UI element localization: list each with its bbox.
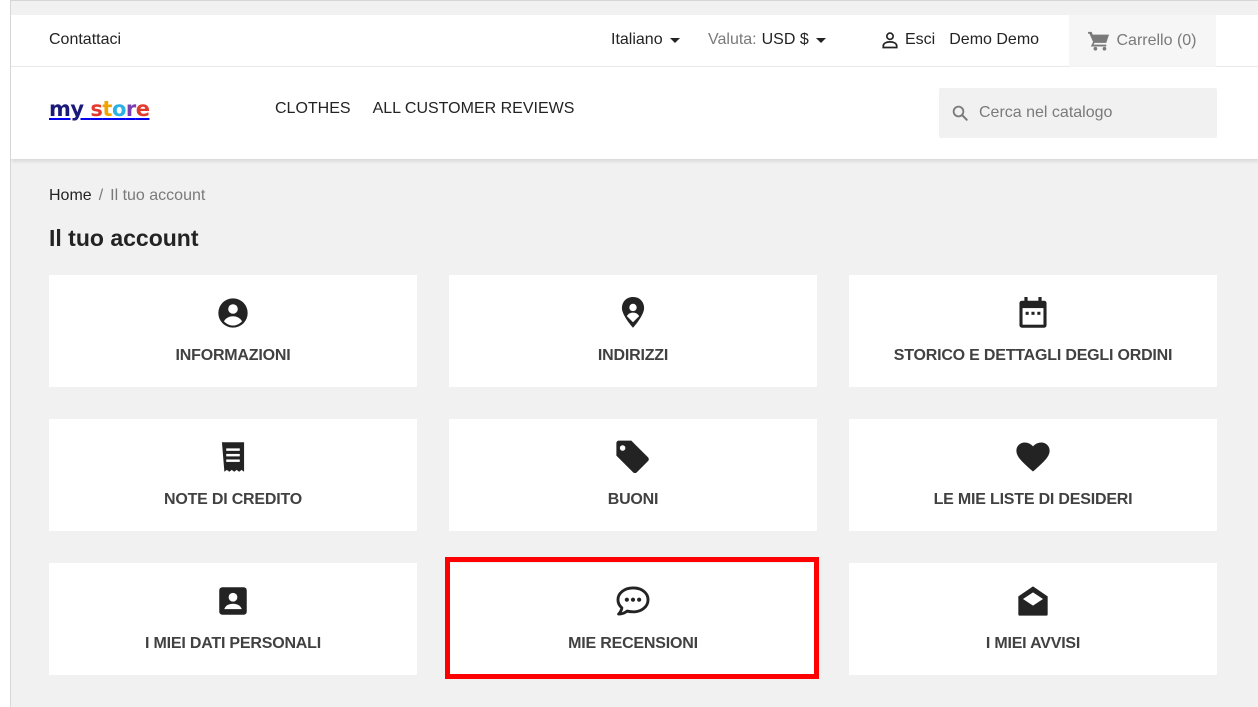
cart-button[interactable]: Carrello (0)	[1069, 15, 1216, 67]
user-info: Esci Demo Demo	[881, 31, 1039, 49]
receipt-icon	[220, 439, 246, 475]
cart-label: Carrello (0)	[1116, 32, 1197, 49]
tile-indirizzi[interactable]: INDIRIZZI	[449, 275, 817, 387]
tile-dati-personali[interactable]: I MIEI DATI PERSONALI	[49, 563, 417, 675]
tile-label: LE MIE LISTE DI DESIDERI	[933, 491, 1133, 508]
currency-label: Valuta:	[708, 31, 757, 48]
search-icon[interactable]	[951, 104, 969, 122]
tile-label: STORICO E DETTAGLI DEGLI ORDINI	[893, 347, 1173, 364]
search-input[interactable]	[979, 104, 1199, 122]
breadcrumb-current: Il tuo account	[110, 187, 206, 204]
chevron-down-icon	[669, 37, 680, 43]
tag-icon	[615, 439, 651, 475]
language-selector[interactable]: Italiano	[611, 31, 680, 49]
tile-label: MIE RECENSIONI	[568, 635, 698, 652]
location-pin-icon	[620, 295, 646, 331]
main-nav: CLOTHES ALL CUSTOMER REVIEWS	[275, 100, 574, 118]
currency-selector[interactable]: Valuta: USD $	[708, 31, 826, 49]
tile-informazioni[interactable]: INFORMAZIONI	[49, 275, 417, 387]
page: Contattaci Italiano Valuta: USD $ Esci D…	[10, 0, 1258, 707]
currency-value: USD $	[761, 31, 809, 48]
logo-text-my: my	[49, 97, 84, 121]
nav-item-all-customer-reviews[interactable]: ALL CUSTOMER REVIEWS	[373, 100, 575, 118]
calendar-icon	[1018, 295, 1048, 331]
signout-link[interactable]: Esci	[905, 31, 935, 49]
nav-item-clothes[interactable]: CLOTHES	[275, 100, 351, 118]
search-box	[939, 88, 1217, 138]
contact-card-icon	[218, 583, 248, 619]
shopping-cart-icon	[1088, 31, 1110, 51]
comment-dots-icon	[616, 583, 650, 619]
tile-storico-ordini[interactable]: STORICO E DETTAGLI DEGLI ORDINI	[849, 275, 1217, 387]
store-logo[interactable]: my store	[49, 97, 150, 121]
tile-label: INDIRIZZI	[597, 347, 669, 364]
chevron-down-icon	[815, 37, 826, 43]
user-icon	[882, 32, 898, 49]
account-circle-icon	[217, 295, 249, 331]
tile-label: BUONI	[607, 491, 659, 508]
account-name-link[interactable]: Demo Demo	[949, 31, 1039, 49]
contact-link[interactable]: Contattaci	[49, 31, 121, 49]
breadcrumb: Home / Il tuo account	[49, 187, 205, 205]
tile-liste-desideri[interactable]: LE MIE LISTE DI DESIDERI	[849, 419, 1217, 531]
tile-label: NOTE DI CREDITO	[163, 491, 303, 508]
tile-note-di-credito[interactable]: NOTE DI CREDITO	[49, 419, 417, 531]
top-bar: Contattaci Italiano Valuta: USD $ Esci D…	[11, 15, 1258, 67]
language-value: Italiano	[611, 31, 663, 48]
tile-miei-avvisi[interactable]: I MIEI AVVISI	[849, 563, 1217, 675]
breadcrumb-separator: /	[98, 187, 104, 204]
page-title: Il tuo account	[49, 225, 199, 251]
breadcrumb-home[interactable]: Home	[49, 187, 92, 205]
heart-icon	[1015, 439, 1051, 475]
tile-mie-recensioni[interactable]: MIE RECENSIONI	[449, 563, 817, 675]
tile-label: I MIEI AVVISI	[985, 635, 1081, 652]
tile-label: I MIEI DATI PERSONALI	[145, 635, 321, 652]
tile-label: INFORMAZIONI	[175, 347, 291, 364]
tile-buoni[interactable]: BUONI	[449, 419, 817, 531]
envelope-open-icon	[1017, 583, 1049, 619]
logo-text-store: store	[90, 97, 150, 121]
main-header: my store CLOTHES ALL CUSTOMER REVIEWS	[11, 67, 1258, 159]
